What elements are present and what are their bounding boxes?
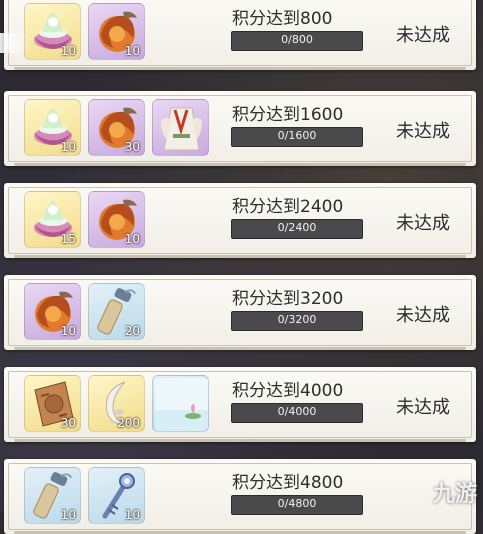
progress-text: 0/3200: [277, 313, 317, 326]
item-quantity: 10: [60, 508, 76, 522]
item-quantity: 10: [60, 140, 76, 154]
reward-item-slot[interactable]: 10: [24, 283, 81, 340]
reward-tier-card: 10 30 积分达到1600 0/1600 未达成: [4, 91, 476, 166]
reward-tier-card: 10 10 积分达到800 0/800 未达成: [4, 0, 476, 70]
reward-tier-card: 10 10 积分达到4800 0/4800: [4, 459, 476, 534]
progress-bar: 0/2400: [231, 219, 363, 239]
reward-item-slot[interactable]: 15: [24, 191, 81, 248]
item-quantity: 15: [60, 232, 76, 246]
tier-title: 积分达到2400: [232, 197, 344, 217]
reward-item-slot[interactable]: 10: [24, 467, 81, 524]
reward-items: 15 10: [24, 191, 145, 249]
reward-item-slot[interactable]: [152, 99, 209, 156]
reward-item-slot[interactable]: 30: [88, 99, 145, 156]
progress-bar: 0/800: [231, 31, 363, 51]
progress-bar: 0/4800: [231, 495, 363, 515]
reward-item-slot[interactable]: 10: [88, 467, 145, 524]
item-quantity: 10: [60, 324, 76, 338]
tier-title: 积分达到800: [232, 9, 333, 29]
item-quantity: 20: [124, 324, 140, 338]
side-highlight: [0, 33, 30, 53]
reward-item-slot[interactable]: 200: [88, 375, 145, 432]
progress-text: 0/1600: [277, 129, 317, 142]
reward-item-slot[interactable]: 10: [88, 3, 145, 60]
progress-text: 0/4000: [277, 405, 317, 418]
tier-title: 积分达到4800: [232, 473, 344, 493]
reward-item-slot[interactable]: 10: [24, 3, 81, 60]
status-label: 未达成: [396, 397, 450, 418]
reward-item-slot[interactable]: 30: [24, 375, 81, 432]
watermark: 九游: [432, 482, 477, 507]
reward-tier-card: 10 20 积分达到3200 0/3200 未达成: [4, 275, 476, 350]
status-label: 未达成: [396, 305, 450, 326]
reward-items: 10 30: [24, 99, 209, 157]
progress-bar: 0/1600: [231, 127, 363, 147]
item-quantity: 200: [117, 416, 140, 430]
reward-items: 10 10: [24, 467, 145, 525]
progress-text: 0/800: [281, 33, 313, 46]
status-label: 未达成: [396, 213, 450, 234]
reward-item-slot[interactable]: 20: [88, 283, 145, 340]
tier-title: 积分达到3200: [232, 289, 344, 309]
progress-bar: 0/3200: [231, 311, 363, 331]
reward-items: 10 10: [24, 3, 145, 61]
tier-title: 积分达到4000: [232, 381, 344, 401]
tier-title: 积分达到1600: [232, 105, 344, 125]
status-label: 未达成: [396, 121, 450, 142]
item-quantity: 30: [124, 140, 140, 154]
reward-item-slot[interactable]: 10: [24, 99, 81, 156]
item-quantity: 10: [60, 44, 76, 58]
reward-item-slot[interactable]: 10: [88, 191, 145, 248]
item-quantity: 10: [124, 44, 140, 58]
progress-text: 0/2400: [277, 221, 317, 234]
progress-text: 0/4800: [277, 497, 317, 510]
item-quantity: 10: [124, 232, 140, 246]
item-quantity: 10: [124, 508, 140, 522]
reward-item-slot[interactable]: [152, 375, 209, 432]
reward-tier-card: 30 200 积分达到4000 0/4000 未达成: [4, 367, 476, 442]
reward-items: 10 20: [24, 283, 145, 341]
status-label: 未达成: [396, 25, 450, 46]
reward-tier-card: 15 10 积分达到2400 0/2400 未达成: [4, 183, 476, 258]
reward-items: 30 200: [24, 375, 209, 433]
progress-bar: 0/4000: [231, 403, 363, 423]
item-quantity: 30: [60, 416, 76, 430]
